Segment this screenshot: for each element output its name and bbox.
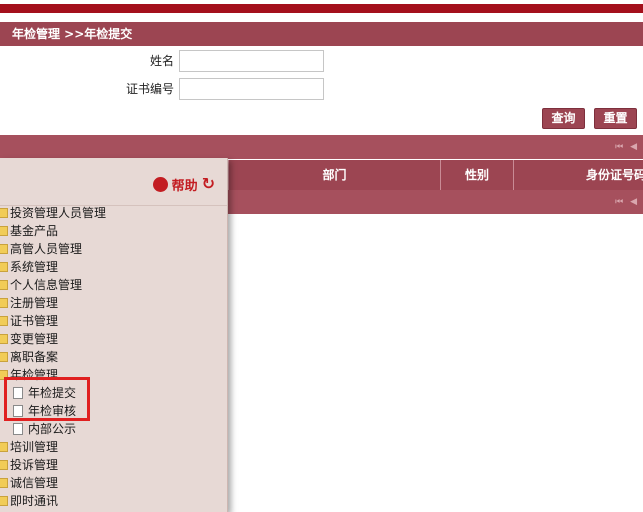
- menu-item-personal-info[interactable]: 个人信息管理: [0, 276, 227, 294]
- menu-tree: 投资管理人员管理 基金产品 高管人员管理 系统管理 个人信息管理 注册管理 证书…: [0, 204, 227, 510]
- folder-icon: [0, 208, 8, 218]
- menu-item-certificates[interactable]: 证书管理: [0, 312, 227, 330]
- help-label: 帮助: [171, 178, 198, 194]
- column-header-id-number[interactable]: 身份证号码: [513, 160, 643, 190]
- folder-icon: [0, 352, 8, 362]
- help-link[interactable]: 帮助 ↻: [152, 174, 215, 194]
- menu-item-investment-staff[interactable]: 投资管理人员管理: [0, 204, 227, 222]
- menu-item-changes[interactable]: 变更管理: [0, 330, 227, 348]
- folder-icon: [0, 496, 8, 506]
- menu-item-internal-notice[interactable]: 内部公示: [0, 420, 227, 438]
- top-banner: [0, 0, 643, 18]
- highlight-box: [4, 377, 90, 421]
- menu-item-fund-products[interactable]: 基金产品: [0, 222, 227, 240]
- pager-icon[interactable]: ⏮ ◀: [615, 197, 639, 207]
- folder-icon: [0, 226, 8, 236]
- breadcrumb: 年检管理 >>年检提交: [0, 22, 643, 46]
- menu-item-resignation[interactable]: 离职备案: [0, 348, 227, 366]
- table-toolbar-top: ⏮ ◀: [0, 135, 643, 159]
- folder-icon: [0, 478, 8, 488]
- folder-icon: [0, 298, 8, 308]
- menu-item-system[interactable]: 系统管理: [0, 258, 227, 276]
- cert-number-input[interactable]: [179, 78, 324, 100]
- reset-button[interactable]: 重置: [594, 108, 637, 129]
- menu-item-registration[interactable]: 注册管理: [0, 294, 227, 312]
- file-icon: [13, 423, 23, 435]
- menu-help-row: 帮助 ↻: [0, 158, 227, 206]
- help-dot-icon: [152, 176, 168, 192]
- folder-icon: [0, 334, 8, 344]
- menu-item-complaints[interactable]: 投诉管理: [0, 456, 227, 474]
- refresh-icon[interactable]: ↻: [202, 176, 215, 192]
- menu-item-instant-messaging[interactable]: 即时通讯: [0, 492, 227, 510]
- column-header-gender[interactable]: 性别: [440, 160, 513, 190]
- cert-number-label: 证书编号: [125, 82, 174, 96]
- folder-icon: [0, 262, 8, 272]
- folder-icon: [0, 280, 8, 290]
- menu-item-training[interactable]: 培训管理: [0, 438, 227, 456]
- pager-icon[interactable]: ⏮ ◀: [615, 142, 639, 152]
- name-input[interactable]: [179, 50, 324, 72]
- query-button[interactable]: 查询: [542, 108, 585, 129]
- folder-icon: [0, 244, 8, 254]
- name-label: 姓名: [149, 54, 174, 68]
- nav-menu-panel: 帮助 ↻ 投资管理人员管理 基金产品 高管人员管理 系统管理 个人信息管理 注册…: [0, 158, 228, 512]
- banner-stripe: [0, 4, 643, 13]
- folder-icon: [0, 316, 8, 326]
- menu-item-integrity[interactable]: 诚信管理: [0, 474, 227, 492]
- folder-icon: [0, 442, 8, 452]
- menu-item-executives[interactable]: 高管人员管理: [0, 240, 227, 258]
- folder-icon: [0, 460, 8, 470]
- page: 年检管理 >>年检提交 姓名 证书编号 查询 重置 ⏮ ◀ 部门 性别 身份证号…: [0, 0, 643, 512]
- column-header-department[interactable]: 部门: [228, 160, 440, 190]
